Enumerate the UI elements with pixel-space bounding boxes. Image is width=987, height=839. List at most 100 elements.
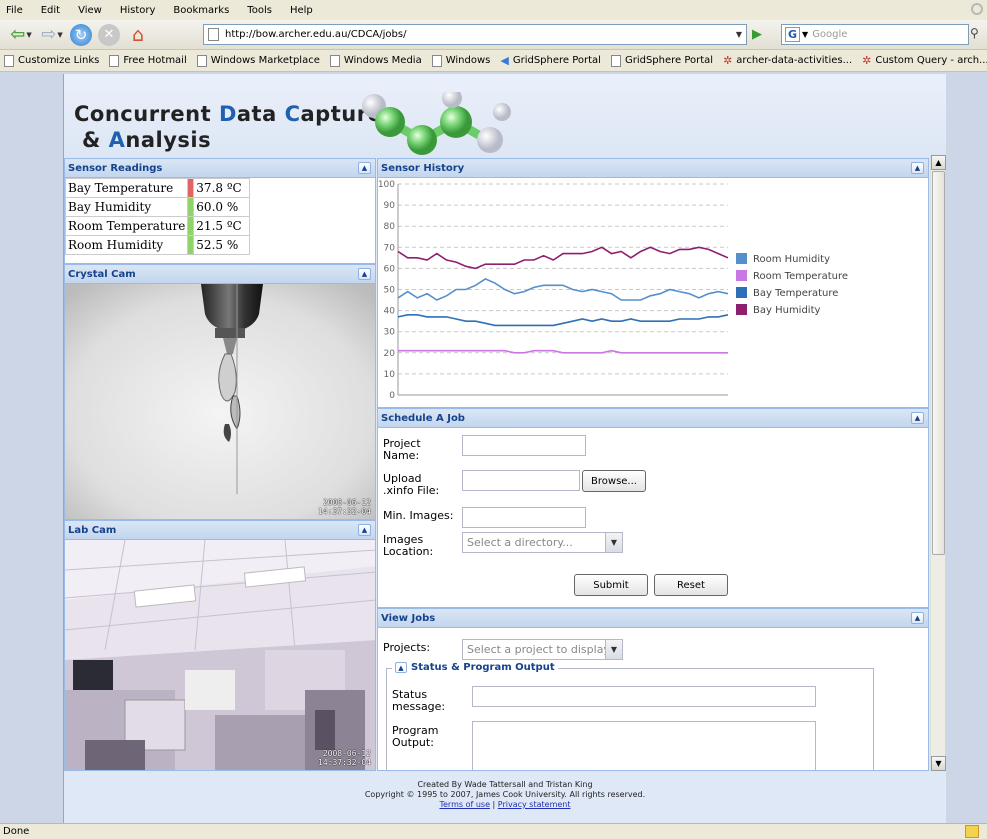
gridsphere-icon: ◀ xyxy=(500,54,509,67)
privacy-link[interactable]: Privacy statement xyxy=(498,800,571,809)
images-location-select[interactable]: Select a directory... ▼ xyxy=(462,532,623,553)
collapse-toggle[interactable]: ▲ xyxy=(358,268,371,280)
banner-title-line2: & Analysis xyxy=(82,128,212,152)
fieldset-title: Status & Program Output xyxy=(411,662,555,673)
chevron-down-icon[interactable]: ▼ xyxy=(605,533,622,552)
url-text: http://bow.archer.edu.au/CDCA/jobs/ xyxy=(225,29,407,40)
upload-file-input[interactable] xyxy=(462,470,580,491)
menu-edit[interactable]: Edit xyxy=(39,4,62,17)
legend-swatch xyxy=(736,287,747,298)
bookmark-item[interactable]: Free Hotmail xyxy=(109,54,187,67)
sensor-label: Room Humidity xyxy=(65,235,189,255)
browser-window: File Edit View History Bookmarks Tools H… xyxy=(0,0,987,839)
sensor-history-panel: Sensor History ▲ 0 10 20 30 40 50 60 70 80 90 100 Ro… xyxy=(377,158,929,408)
bookmark-item[interactable]: Windows Media xyxy=(329,54,422,67)
go-button[interactable]: ▶ xyxy=(752,27,768,43)
vertical-scrollbar[interactable]: ▲ ▼ xyxy=(930,155,946,771)
lab-cam-feed xyxy=(65,540,375,770)
status-message-label: Status message: xyxy=(392,688,446,713)
bookmark-label: Windows xyxy=(445,55,491,66)
menu-file[interactable]: File xyxy=(4,4,25,17)
search-input[interactable]: G ▼ Google xyxy=(781,24,969,45)
bookmark-item[interactable]: Windows Marketplace xyxy=(196,54,320,67)
terms-link[interactable]: Terms of use xyxy=(439,800,490,809)
panel-header: View Jobs ▲ xyxy=(378,609,928,628)
collapse-toggle[interactable]: ▲ xyxy=(395,662,407,673)
schedule-job-panel: Schedule A Job ▲ Project Name: Upload .xi… xyxy=(377,408,929,608)
reload-button[interactable]: ↻ xyxy=(70,23,92,46)
sensor-value: 37.8 ºC xyxy=(193,178,251,198)
legend-label: Room Humidity xyxy=(753,254,830,265)
bookmark-item[interactable]: ✲ Custom Query - arch... xyxy=(862,54,987,67)
bookmark-item[interactable]: GridSphere Portal xyxy=(610,54,713,67)
collapse-toggle[interactable]: ▲ xyxy=(911,412,924,424)
status-text: Done xyxy=(3,826,30,837)
submit-button[interactable]: Submit xyxy=(574,574,648,596)
address-bar[interactable]: http://bow.archer.edu.au/CDCA/jobs/ ▼ xyxy=(203,24,747,45)
view-jobs-panel: View Jobs ▲ Projects: Select a project to… xyxy=(377,608,929,771)
table-row: Bay Temperature 37.8 ºC xyxy=(65,178,375,198)
collapse-toggle[interactable]: ▲ xyxy=(358,162,371,174)
paw-icon: ✲ xyxy=(862,54,872,67)
scroll-up-button[interactable]: ▲ xyxy=(931,155,946,170)
collapse-toggle[interactable]: ▲ xyxy=(911,162,924,174)
bookmark-item[interactable]: ◀ GridSphere Portal xyxy=(500,54,601,67)
bookmark-label: Custom Query - arch... xyxy=(875,55,987,66)
panel-title: Lab Cam xyxy=(68,524,117,536)
menu-help[interactable]: Help xyxy=(288,4,315,17)
program-output-field[interactable] xyxy=(472,721,816,770)
sensor-readings-table: Bay Temperature 37.8 ºC Bay Humidity 60.0 … xyxy=(65,178,375,255)
bookmark-item[interactable]: ✲ archer-data-activities... xyxy=(723,54,852,67)
page-icon xyxy=(329,54,340,67)
activity-throbber-icon xyxy=(971,3,983,15)
y-tick-label: 60 xyxy=(384,264,396,274)
notification-icon[interactable] xyxy=(965,825,979,838)
chevron-down-icon[interactable]: ▼ xyxy=(736,30,742,39)
back-button[interactable]: ⇦ ▼ xyxy=(8,24,34,45)
bookmark-item[interactable]: Windows xyxy=(431,54,491,67)
panel-title: Crystal Cam xyxy=(68,268,136,280)
page-viewport: Concurrent Data Capture & Analysis Senso… xyxy=(0,72,987,824)
menu-view[interactable]: View xyxy=(76,4,104,17)
browse-button[interactable]: Browse... xyxy=(582,470,646,492)
panel-header: Schedule A Job ▲ xyxy=(378,409,928,428)
legend-swatch xyxy=(736,304,747,315)
panel-header: Sensor History ▲ xyxy=(378,159,928,178)
sensor-label: Bay Temperature xyxy=(65,178,189,198)
scroll-thumb[interactable] xyxy=(932,171,945,555)
bookmark-label: Free Hotmail xyxy=(123,55,187,66)
project-name-input[interactable] xyxy=(462,435,586,456)
chevron-up-icon: ▲ xyxy=(361,526,368,534)
chevron-down-icon[interactable]: ▼ xyxy=(802,30,808,39)
stop-icon: ✕ xyxy=(103,27,115,42)
y-tick-label: 0 xyxy=(389,391,395,401)
bookmark-item[interactable]: Customize Links xyxy=(4,54,99,67)
y-tick-label: 90 xyxy=(384,201,396,211)
min-images-input[interactable] xyxy=(462,507,586,528)
stop-button[interactable]: ✕ xyxy=(98,23,120,46)
status-message-field[interactable] xyxy=(472,686,816,707)
back-arrow-icon: ⇦ xyxy=(10,24,26,45)
timestamp-overlay: 2008-06-12 14:37:32-04 xyxy=(318,749,371,767)
magnifier-icon[interactable]: ⚲ xyxy=(970,26,979,40)
molecule-logo xyxy=(362,92,511,155)
collapse-toggle[interactable]: ▲ xyxy=(911,612,924,624)
paw-icon: ✲ xyxy=(723,54,733,67)
y-tick-label: 20 xyxy=(384,349,396,359)
scroll-down-button[interactable]: ▼ xyxy=(931,756,946,771)
page-icon xyxy=(109,54,120,67)
menu-bookmarks[interactable]: Bookmarks xyxy=(171,4,231,17)
sensor-readings-panel: Sensor Readings ▲ Bay Temperature 37.8 ºC … xyxy=(64,158,376,264)
collapse-toggle[interactable]: ▲ xyxy=(358,524,371,536)
home-button[interactable]: ⌂ xyxy=(126,24,150,46)
search-engine-icon[interactable]: G xyxy=(785,27,801,42)
menu-history[interactable]: History xyxy=(118,4,158,17)
chevron-up-icon: ▲ xyxy=(398,663,404,672)
menu-tools[interactable]: Tools xyxy=(245,4,274,17)
projects-select[interactable]: Select a project to display ▼ xyxy=(462,639,623,660)
chevron-up-icon: ▲ xyxy=(914,164,921,172)
y-tick-label: 100 xyxy=(378,180,395,190)
reset-button[interactable]: Reset xyxy=(654,574,728,596)
forward-button[interactable]: ⇨ ▼ xyxy=(40,24,64,45)
chevron-down-icon[interactable]: ▼ xyxy=(605,640,622,659)
